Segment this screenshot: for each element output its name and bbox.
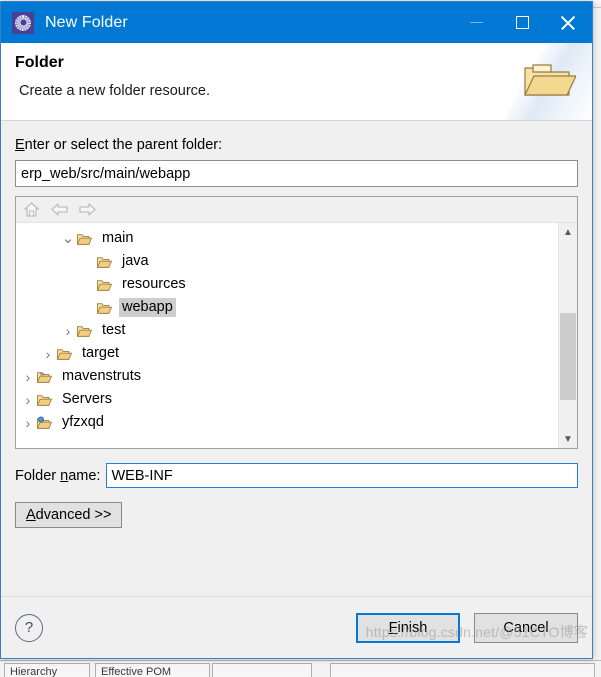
tree-scrollbar[interactable]: ▲ ▼	[558, 223, 577, 448]
tree-item-label: java	[122, 253, 149, 269]
chevron-right-icon[interactable]: ›	[60, 324, 76, 338]
parent-folder-input[interactable]	[15, 160, 578, 187]
svg-text:M: M	[40, 371, 44, 376]
tree-list: ⌄ main java resources webapp › test › target › Mma…	[16, 223, 558, 448]
tree-item-main[interactable]: ⌄ main	[16, 227, 558, 250]
new-folder-dialog: New Folder Folder Create a new folder re…	[0, 1, 593, 659]
tree-item-label: Servers	[62, 391, 112, 407]
folder-name-label: Folder name:	[15, 468, 100, 484]
mnemonic-letter: n	[60, 467, 69, 484]
eclipse-icon	[12, 11, 34, 34]
button-label: inish	[397, 619, 428, 636]
tree-item-label: resources	[122, 276, 186, 292]
button-label: dvanced >>	[35, 507, 112, 523]
finish-button[interactable]: Finish	[356, 612, 460, 643]
tree-item-test[interactable]: › test	[16, 319, 558, 342]
chevron-up-icon[interactable]: ▲	[559, 223, 577, 241]
header-description: Create a new folder resource.	[19, 83, 211, 99]
folder-open-icon	[76, 231, 94, 247]
folder-open-icon	[56, 346, 74, 362]
folder-open-icon	[96, 277, 114, 293]
tree-area: ⌄ main java resources webapp › test › target › Mma…	[16, 223, 577, 448]
cancel-button[interactable]: Cancel	[474, 612, 578, 643]
tree-item-java[interactable]: java	[16, 250, 558, 273]
dialog-header: Folder Create a new folder resource.	[1, 43, 592, 121]
chevron-down-icon[interactable]: ▼	[559, 430, 577, 448]
scrollbar-thumb[interactable]	[560, 312, 576, 400]
folder-name-row: Folder name:	[15, 463, 578, 488]
tree-item-resources[interactable]: resources	[16, 273, 558, 296]
chevron-down-icon[interactable]: ⌄	[60, 231, 76, 246]
minimize-icon	[469, 22, 483, 23]
folder-name-input[interactable]	[106, 463, 578, 488]
tree-item-label: webapp	[119, 298, 176, 317]
maven-project-icon: M	[36, 369, 54, 385]
mnemonic-letter: E	[15, 137, 25, 153]
label-text: Folder	[15, 467, 61, 484]
tree-item-label: mavenstruts	[62, 368, 141, 384]
chevron-right-icon[interactable]: ›	[20, 370, 36, 384]
ide-tab[interactable]	[212, 663, 312, 677]
header-title: Folder	[15, 54, 64, 71]
folder-open-icon	[76, 323, 94, 339]
maximize-button[interactable]	[499, 2, 545, 43]
tree-item-target[interactable]: › target	[16, 342, 558, 365]
dialog-body: Enter or select the parent folder: erp_w…	[1, 121, 592, 596]
forward-icon[interactable]	[78, 200, 97, 219]
maximize-icon	[515, 16, 529, 29]
back-icon[interactable]	[50, 200, 69, 219]
close-button[interactable]	[545, 2, 591, 43]
close-icon	[560, 15, 576, 31]
tree-item-yfzxqd[interactable]: › yfzxqd	[16, 411, 558, 434]
tree-item-label: main	[102, 230, 134, 246]
tree-item-label: target	[82, 345, 120, 361]
dialog-titlebar: New Folder	[1, 2, 592, 43]
folder-tree-panel: ⌄ main java resources webapp › test › target › Mma…	[15, 196, 578, 449]
chevron-right-icon[interactable]: ›	[20, 416, 36, 430]
tree-item-webapp[interactable]: webapp	[16, 296, 558, 319]
open-folder-icon	[524, 64, 576, 96]
advanced-button[interactable]: Advanced >>	[15, 502, 123, 528]
help-icon[interactable]: ?	[15, 613, 43, 642]
header-banner-art	[506, 43, 592, 120]
web-project-icon	[36, 415, 54, 431]
dialog-title: New Folder	[45, 13, 128, 31]
minimize-button[interactable]	[453, 2, 499, 43]
footer-actions: Finish Cancel	[356, 612, 578, 643]
dialog-footer: ? Finish Cancel https://blog.csdn.net/@5…	[1, 596, 592, 658]
home-icon[interactable]	[22, 200, 41, 219]
folder-project-icon	[36, 392, 54, 408]
tree-item-servers[interactable]: › Servers	[16, 388, 558, 411]
chevron-right-icon[interactable]: ›	[20, 393, 36, 407]
label-text: ame:	[68, 467, 101, 484]
tree-item-label: yfzxqd	[62, 414, 104, 430]
mnemonic-letter: F	[388, 619, 398, 636]
parent-folder-label: Enter or select the parent folder:	[15, 121, 578, 160]
mnemonic-letter: A	[26, 507, 36, 523]
tree-item-label: test	[102, 322, 126, 338]
tree-item-mavenstruts[interactable]: › Mmavenstruts	[16, 365, 558, 388]
ide-tab[interactable]	[330, 663, 595, 677]
chevron-right-icon[interactable]: ›	[40, 347, 56, 361]
ide-tab[interactable]: Hierarchy	[4, 663, 90, 677]
scrollbar-track[interactable]	[559, 241, 577, 430]
tree-toolbar	[16, 197, 577, 223]
ide-view-tabs: Hierarchy Effective POM	[0, 660, 601, 677]
folder-open-icon	[96, 300, 114, 316]
label-text: nter or select the parent folder:	[24, 137, 223, 153]
ide-tab[interactable]: Effective POM	[95, 663, 210, 677]
folder-open-icon	[96, 254, 114, 270]
